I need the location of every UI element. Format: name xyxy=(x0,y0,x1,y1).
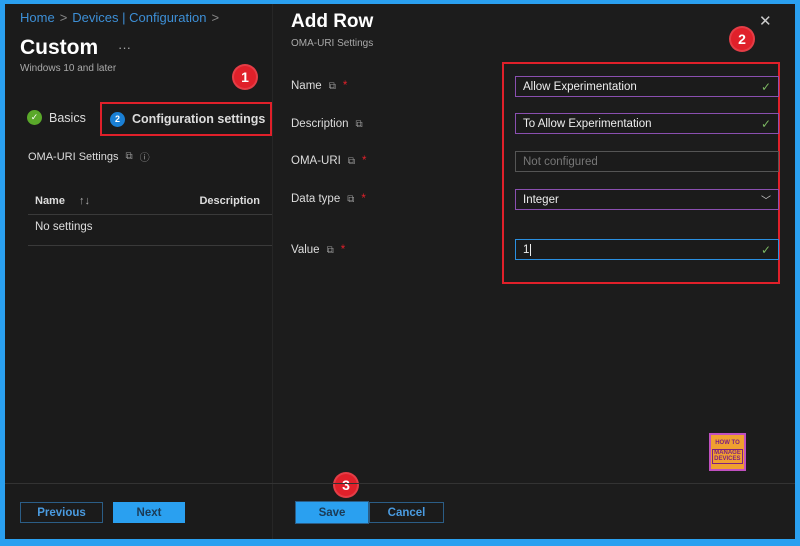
oma-uri-label: OMA-URI ⧉ * xyxy=(291,155,366,167)
check-icon: ✓ xyxy=(27,110,42,125)
oma-uri-input[interactable]: Not configured xyxy=(515,151,779,172)
info-icon[interactable]: ⧉ xyxy=(348,156,355,167)
annotation-3: 3 xyxy=(333,472,359,498)
input-value: Allow Experimentation xyxy=(523,80,637,93)
name-label: Name ⧉ * xyxy=(291,80,347,92)
breadcrumb-separator: > xyxy=(59,10,68,25)
info-icon[interactable]: ⓘ xyxy=(140,149,150,164)
more-options-button[interactable]: ··· xyxy=(118,40,131,55)
save-button[interactable]: Save xyxy=(295,501,369,524)
app-window: Home > Devices | Configuration > Custom ···… xyxy=(5,4,795,539)
annotation-1: 1 xyxy=(232,64,258,90)
step-number-icon: 2 xyxy=(110,111,125,127)
chevron-down-icon: ﹀ xyxy=(761,196,771,207)
check-icon: ✓ xyxy=(760,242,771,257)
logo-text: MANAGE xyxy=(714,449,741,456)
logo-text-box: MANAGE DEVICES xyxy=(712,448,743,464)
field-label: Name xyxy=(291,80,322,92)
check-icon: ✓ xyxy=(760,116,771,131)
panel-title: Add Row xyxy=(291,11,374,32)
section-label: OMA-URI Settings xyxy=(28,150,119,163)
value-input[interactable]: 1 ✓ xyxy=(515,239,779,260)
custom-profile-blade: Home > Devices | Configuration > Custom ···… xyxy=(5,4,272,539)
panel-subtitle: OMA-URI Settings xyxy=(291,38,374,49)
breadcrumb-devices[interactable]: Devices | Configuration xyxy=(72,10,206,25)
value-text: 1 xyxy=(523,243,530,256)
info-icon[interactable]: ⧉ xyxy=(327,245,334,256)
table-empty-row: No settings xyxy=(28,215,272,246)
step-label: Configuration settings xyxy=(132,112,266,126)
cancel-button[interactable]: Cancel xyxy=(369,502,444,523)
step-basics[interactable]: ✓ Basics xyxy=(27,110,86,125)
add-row-panel: Add Row OMA-URI Settings ✕ 2 Name ⧉ * Allo… xyxy=(272,4,795,539)
description-input[interactable]: To Allow Experimentation ✓ xyxy=(515,113,779,134)
check-icon: ✓ xyxy=(760,79,771,94)
required-mark: * xyxy=(340,244,346,256)
data-type-label: Data type ⧉ * xyxy=(291,193,366,205)
footer-divider xyxy=(5,483,795,484)
oma-uri-settings-header: OMA-URI Settings ⧉ ⓘ xyxy=(28,149,150,165)
description-label: Description ⧉ xyxy=(291,118,363,130)
step-label: Basics xyxy=(49,110,86,125)
name-input[interactable]: Allow Experimentation ✓ xyxy=(515,76,779,97)
column-description[interactable]: Description xyxy=(199,195,260,207)
field-label: Data type xyxy=(291,193,341,205)
logo-text: DEVICES xyxy=(714,456,741,463)
copy-info-icon: ⧉ xyxy=(125,151,133,162)
breadcrumb-home[interactable]: Home xyxy=(20,10,55,25)
required-mark: * xyxy=(361,155,367,167)
field-label: Description xyxy=(291,118,349,130)
field-label: OMA-URI xyxy=(291,155,341,167)
sort-icon[interactable]: ↑↓ xyxy=(79,195,90,207)
close-icon[interactable]: ✕ xyxy=(759,12,772,30)
data-type-select[interactable]: Integer ﹀ xyxy=(515,189,779,210)
info-icon[interactable]: ⧉ xyxy=(347,194,354,205)
page-subtitle: Windows 10 and later xyxy=(20,63,117,74)
required-mark: * xyxy=(361,193,366,205)
text-cursor xyxy=(530,243,532,256)
value-label: Value ⧉ * xyxy=(291,244,345,256)
breadcrumb-separator: > xyxy=(211,10,220,25)
logo-text: HOW TO xyxy=(715,440,740,447)
input-placeholder: Not configured xyxy=(523,155,598,168)
page-title: Custom xyxy=(20,36,99,59)
field-label: Value xyxy=(291,244,320,256)
column-name[interactable]: Name xyxy=(35,195,65,207)
table-header: Name ↑↓ Description xyxy=(28,187,272,215)
select-value: Integer xyxy=(523,193,559,206)
input-value: 1 xyxy=(523,243,532,256)
annotation-2: 2 xyxy=(729,26,755,52)
how-to-manage-devices-logo: HOW TO MANAGE DEVICES xyxy=(709,433,746,471)
next-button[interactable]: Next xyxy=(113,502,185,523)
input-value: To Allow Experimentation xyxy=(523,117,652,130)
step-configuration-settings[interactable]: 2 Configuration settings xyxy=(100,102,272,136)
required-mark: * xyxy=(342,80,348,92)
previous-button[interactable]: Previous xyxy=(20,502,103,523)
breadcrumb: Home > Devices | Configuration > xyxy=(20,10,224,25)
info-icon[interactable]: ⧉ xyxy=(356,119,363,130)
info-icon[interactable]: ⧉ xyxy=(329,81,336,92)
